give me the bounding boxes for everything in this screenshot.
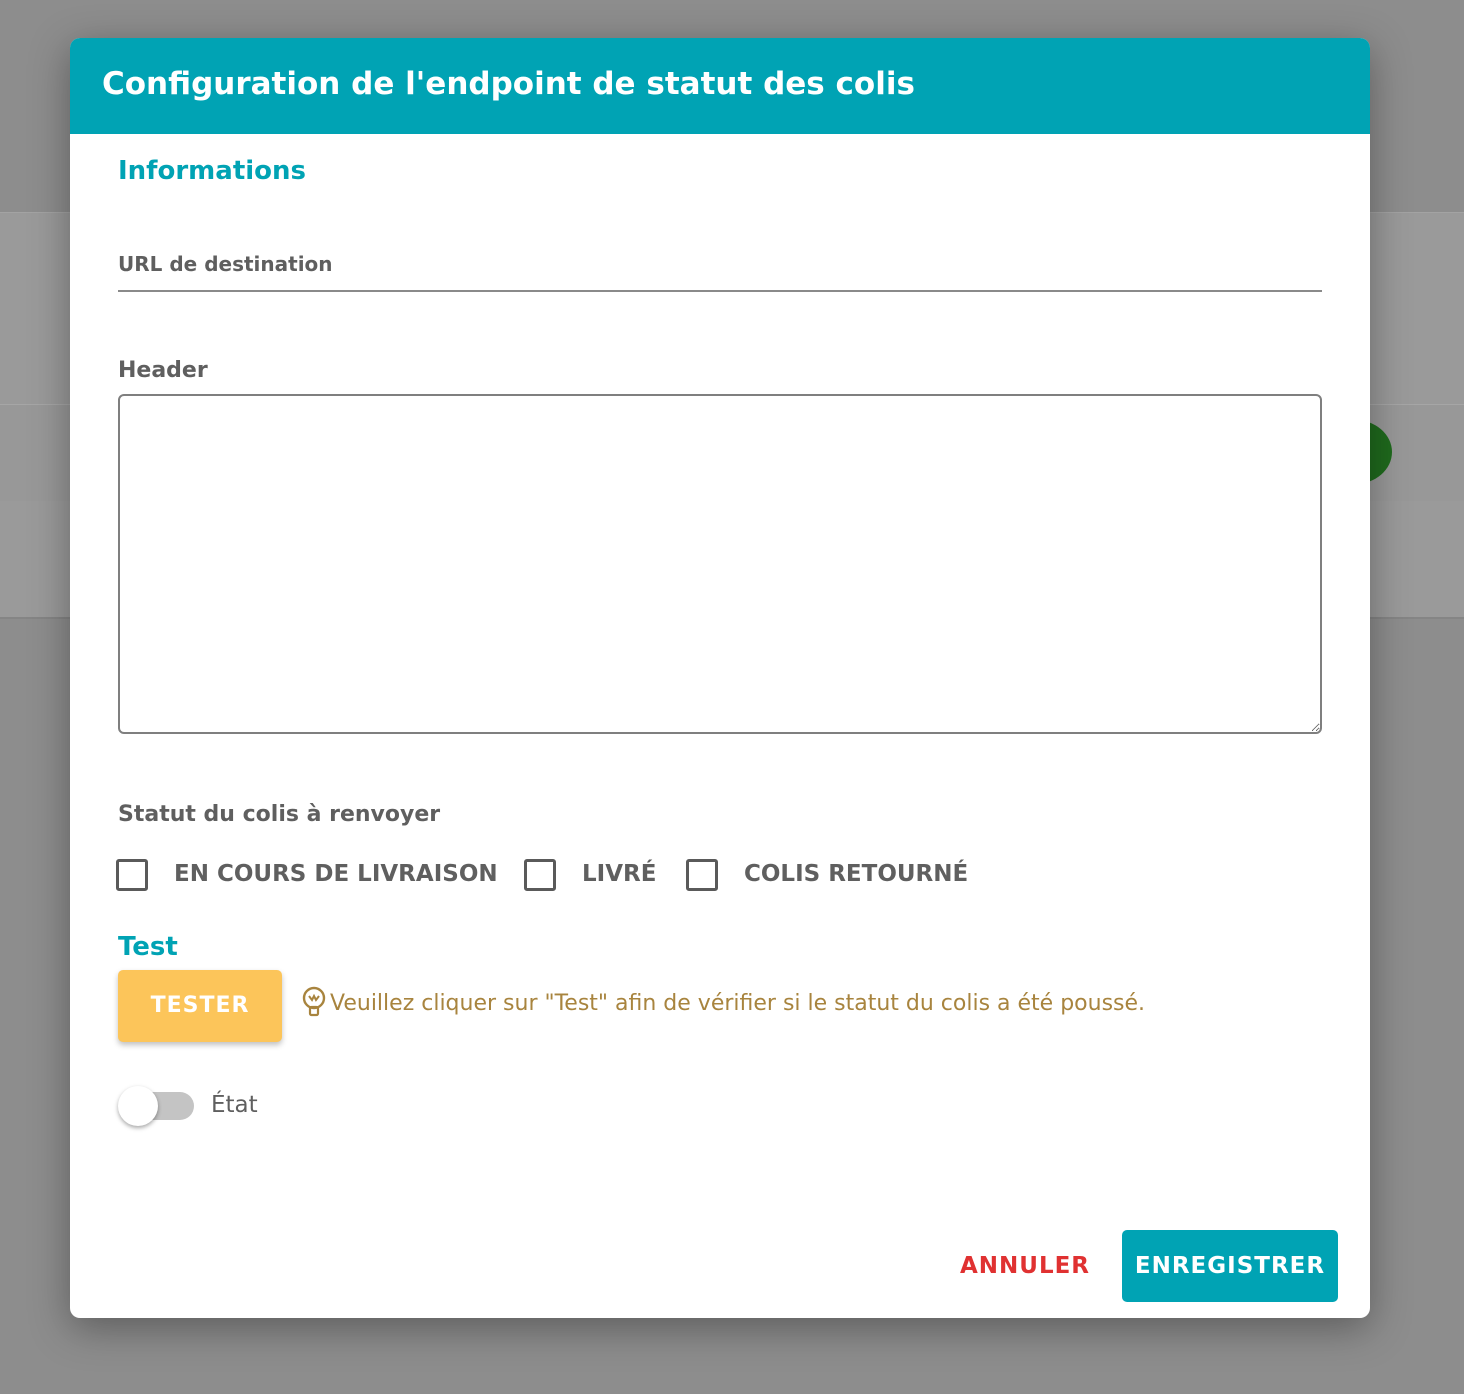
status-label: Statut du colis à renvoyer	[118, 802, 441, 827]
url-destination-input[interactable]	[118, 238, 1322, 292]
dialog-title: Configuration de l'endpoint de statut de…	[102, 66, 915, 102]
checkbox-label-colis-retourne[interactable]: COLIS RETOURNÉ	[744, 861, 968, 887]
cancel-button[interactable]: ANNULER	[950, 1230, 1100, 1302]
header-label: Header	[118, 358, 208, 383]
test-hint-text: Veuillez cliquer sur "Test" afin de véri…	[330, 991, 1146, 1016]
save-button[interactable]: ENREGISTRER	[1122, 1230, 1338, 1302]
status-checkbox-group: EN COURS DE LIVRAISON LIVRÉ COLIS RETOUR…	[116, 856, 1116, 896]
endpoint-config-dialog: Configuration de l'endpoint de statut de…	[70, 38, 1370, 1318]
checkbox-label-en-cours-de-livraison[interactable]: EN COURS DE LIVRAISON	[174, 861, 498, 887]
etat-toggle-label: État	[211, 1092, 258, 1118]
section-title-test: Test	[118, 932, 178, 962]
checkbox-colis-retourne[interactable]	[686, 859, 718, 891]
checkbox-label-livre[interactable]: LIVRÉ	[582, 861, 656, 887]
etat-toggle[interactable]	[118, 1086, 198, 1126]
header-textarea[interactable]	[118, 394, 1322, 734]
tester-button[interactable]: TESTER	[118, 970, 282, 1042]
section-title-informations: Informations	[118, 156, 307, 186]
lightbulb-icon	[302, 986, 326, 1017]
checkbox-en-cours-de-livraison[interactable]	[116, 859, 148, 891]
toggle-knob[interactable]	[118, 1086, 158, 1126]
dialog-header: Configuration de l'endpoint de statut de…	[70, 38, 1370, 134]
checkbox-livre[interactable]	[524, 859, 556, 891]
